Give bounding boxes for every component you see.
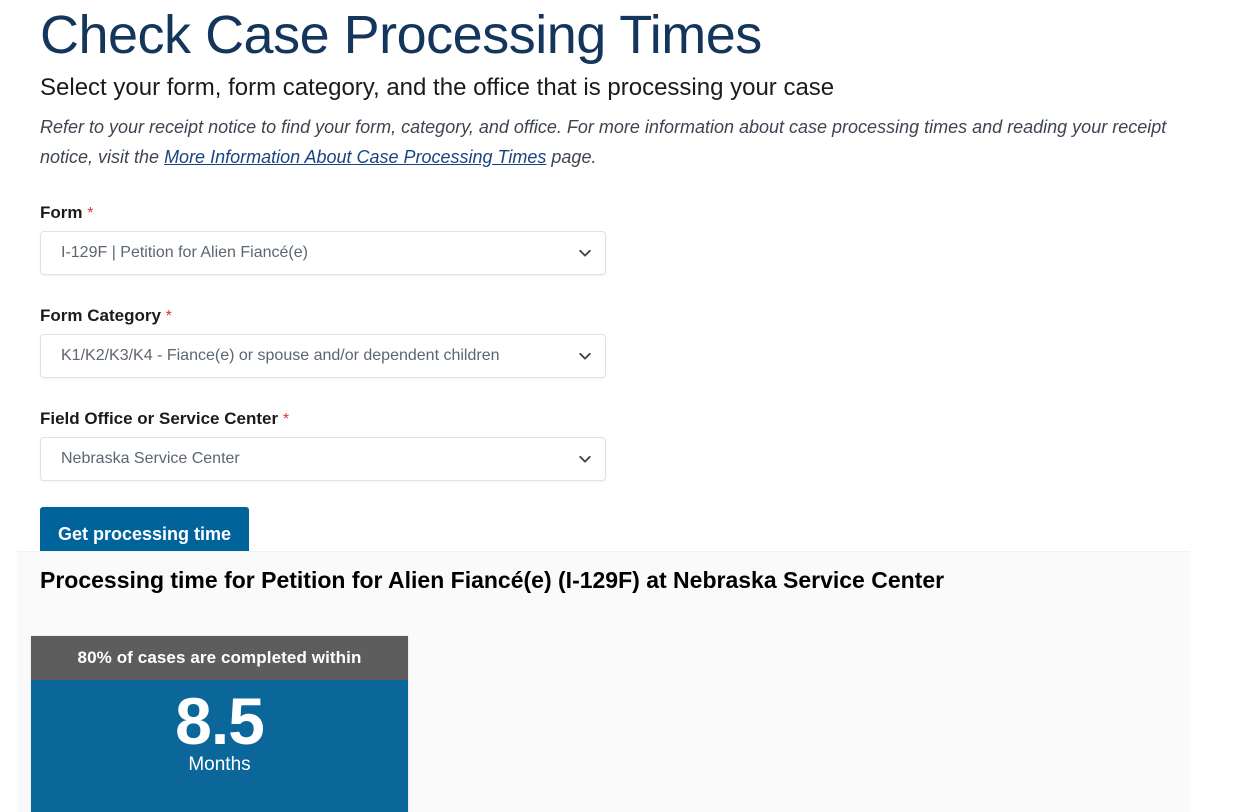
label-form: Form * — [40, 202, 1196, 225]
intro-paragraph: Refer to your receipt notice to find you… — [40, 104, 1180, 172]
page-subtitle: Select your form, form category, and the… — [40, 74, 835, 101]
label-office-text: Field Office or Service Center — [40, 409, 279, 428]
card-header-label: 80% of cases are completed within — [31, 636, 408, 680]
page-header: Check Case Processing Times Select your … — [0, 0, 1236, 172]
processing-time-card: 80% of cases are completed within 8.5 Mo… — [31, 636, 408, 812]
intro-text-after: page. — [546, 147, 597, 167]
field-form: Form * I-129F | Petition for Alien Fianc… — [40, 202, 1196, 275]
select-form-category[interactable]: K1/K2/K3/K4 - Fiance(e) or spouse and/or… — [40, 334, 606, 378]
page-root: Check Case Processing Times Select your … — [0, 0, 1236, 812]
label-form-category: Form Category * — [40, 305, 1196, 328]
select-wrap-form: I-129F | Petition for Alien Fiancé(e) — [40, 231, 606, 275]
field-form-category: Form Category * K1/K2/K3/K4 - Fiance(e) … — [40, 305, 1196, 378]
select-office[interactable]: Nebraska Service Center — [40, 437, 606, 481]
select-form[interactable]: I-129F | Petition for Alien Fiancé(e) — [40, 231, 606, 275]
label-form-category-text: Form Category — [40, 306, 161, 325]
processing-time-unit: Months — [188, 754, 251, 775]
label-form-text: Form — [40, 203, 83, 222]
label-office: Field Office or Service Center * — [40, 408, 1196, 431]
select-wrap-office: Nebraska Service Center — [40, 437, 606, 481]
results-title: Processing time for Petition for Alien F… — [40, 567, 945, 593]
select-wrap-form-category: K1/K2/K3/K4 - Fiance(e) or spouse and/or… — [40, 334, 606, 378]
required-asterisk: * — [282, 411, 290, 428]
page-title: Check Case Processing Times — [40, 5, 762, 65]
results-panel: Processing time for Petition for Alien F… — [17, 551, 1190, 812]
field-office: Field Office or Service Center * Nebrask… — [40, 408, 1196, 481]
required-asterisk: * — [165, 308, 172, 325]
processing-time-form: Form * I-129F | Petition for Alien Fianc… — [0, 202, 1236, 561]
card-body: 8.5 Months — [31, 680, 408, 812]
required-asterisk: * — [87, 205, 94, 222]
more-information-link[interactable]: More Information About Case Processing T… — [164, 147, 546, 167]
processing-time-value: 8.5 — [175, 684, 265, 758]
